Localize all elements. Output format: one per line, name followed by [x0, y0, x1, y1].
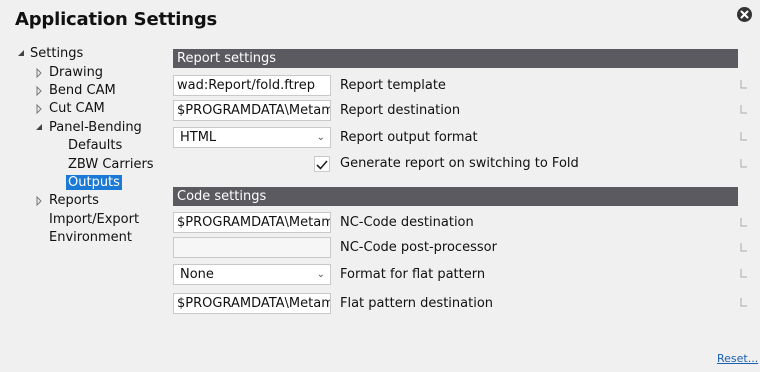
- checkmark-icon: [316, 160, 328, 170]
- flat-destination-field[interactable]: $PROGRAMDATA\Metam: [173, 293, 331, 314]
- tree-item-defaults[interactable]: Defaults: [68, 137, 122, 155]
- triangle-right-icon: [36, 103, 42, 115]
- tree-label: Environment: [49, 230, 133, 245]
- generate-report-checkbox[interactable]: [314, 156, 330, 172]
- triangle-right-icon: [36, 195, 42, 207]
- tree-label: Bend CAM: [49, 83, 116, 98]
- nc-destination-label: NC-Code destination: [340, 215, 474, 230]
- report-destination-field[interactable]: $PROGRAMDATA\Metam: [173, 100, 331, 121]
- tree-label: Reports: [49, 193, 99, 208]
- report-template-field[interactable]: wad:Report/fold.ftrep: [173, 75, 331, 96]
- generate-report-label: Generate report on switching to Fold: [340, 156, 579, 171]
- flat-format-label: Format for flat pattern: [340, 267, 486, 282]
- report-format-value: HTML: [180, 130, 217, 145]
- nc-destination-field[interactable]: $PROGRAMDATA\Metam: [173, 212, 331, 233]
- tree-item-panel-bending[interactable]: Panel-Bending: [35, 119, 142, 137]
- tree-label: ZBW Carriers: [68, 157, 154, 172]
- triangle-down-icon: [18, 50, 24, 56]
- chevron-down-icon: ⌄: [316, 269, 325, 280]
- code-settings-header: Code settings: [173, 187, 738, 206]
- pin-corner-icon[interactable]: [740, 132, 748, 142]
- pin-corner-icon[interactable]: [740, 80, 748, 90]
- window-title: Application Settings: [15, 9, 218, 30]
- flat-format-value: None: [180, 267, 214, 282]
- tree-label: Import/Export: [49, 212, 140, 227]
- tree-item-bend-cam[interactable]: Bend CAM: [35, 82, 116, 100]
- tree-item-drawing[interactable]: Drawing: [35, 64, 103, 82]
- pin-corner-icon[interactable]: [740, 159, 748, 169]
- reset-link[interactable]: Reset...: [717, 352, 758, 365]
- report-settings-header: Report settings: [173, 49, 738, 68]
- tree-label-selected: Outputs: [66, 175, 122, 190]
- report-format-select[interactable]: HTML ⌄: [173, 127, 331, 148]
- tree-item-reports[interactable]: Reports: [35, 192, 99, 210]
- pin-corner-icon[interactable]: [740, 105, 748, 115]
- tree-item-environment[interactable]: Environment: [49, 229, 132, 247]
- tree-item-settings[interactable]: Settings: [17, 45, 83, 63]
- triangle-right-icon: [36, 67, 42, 79]
- tree-item-zbw-carriers[interactable]: ZBW Carriers: [68, 156, 154, 174]
- tree-label: Cut CAM: [49, 101, 105, 116]
- pin-corner-icon[interactable]: [740, 269, 748, 279]
- triangle-right-icon: [36, 85, 42, 97]
- tree-label: Settings: [30, 46, 84, 61]
- pin-corner-icon[interactable]: [740, 243, 748, 253]
- pin-corner-icon[interactable]: [740, 218, 748, 228]
- triangle-down-icon: [36, 124, 42, 130]
- report-destination-label: Report destination: [340, 103, 461, 118]
- flat-format-select[interactable]: None ⌄: [173, 264, 331, 285]
- report-format-label: Report output format: [340, 130, 478, 145]
- pin-corner-icon[interactable]: [740, 298, 748, 308]
- tree-item-outputs[interactable]: Outputs: [66, 174, 122, 192]
- tree-item-cut-cam[interactable]: Cut CAM: [35, 100, 105, 118]
- tree-label: Defaults: [68, 138, 123, 153]
- tree-label: Drawing: [49, 65, 104, 80]
- flat-destination-label: Flat pattern destination: [340, 296, 494, 311]
- tree-item-import-export[interactable]: Import/Export: [49, 211, 139, 229]
- tree-label: Panel-Bending: [49, 120, 142, 135]
- close-icon[interactable]: [737, 7, 752, 22]
- nc-post-processor-label: NC-Code post-processor: [340, 240, 497, 255]
- report-template-label: Report template: [340, 78, 446, 93]
- nc-post-processor-field[interactable]: [173, 237, 331, 258]
- chevron-down-icon: ⌄: [316, 132, 325, 143]
